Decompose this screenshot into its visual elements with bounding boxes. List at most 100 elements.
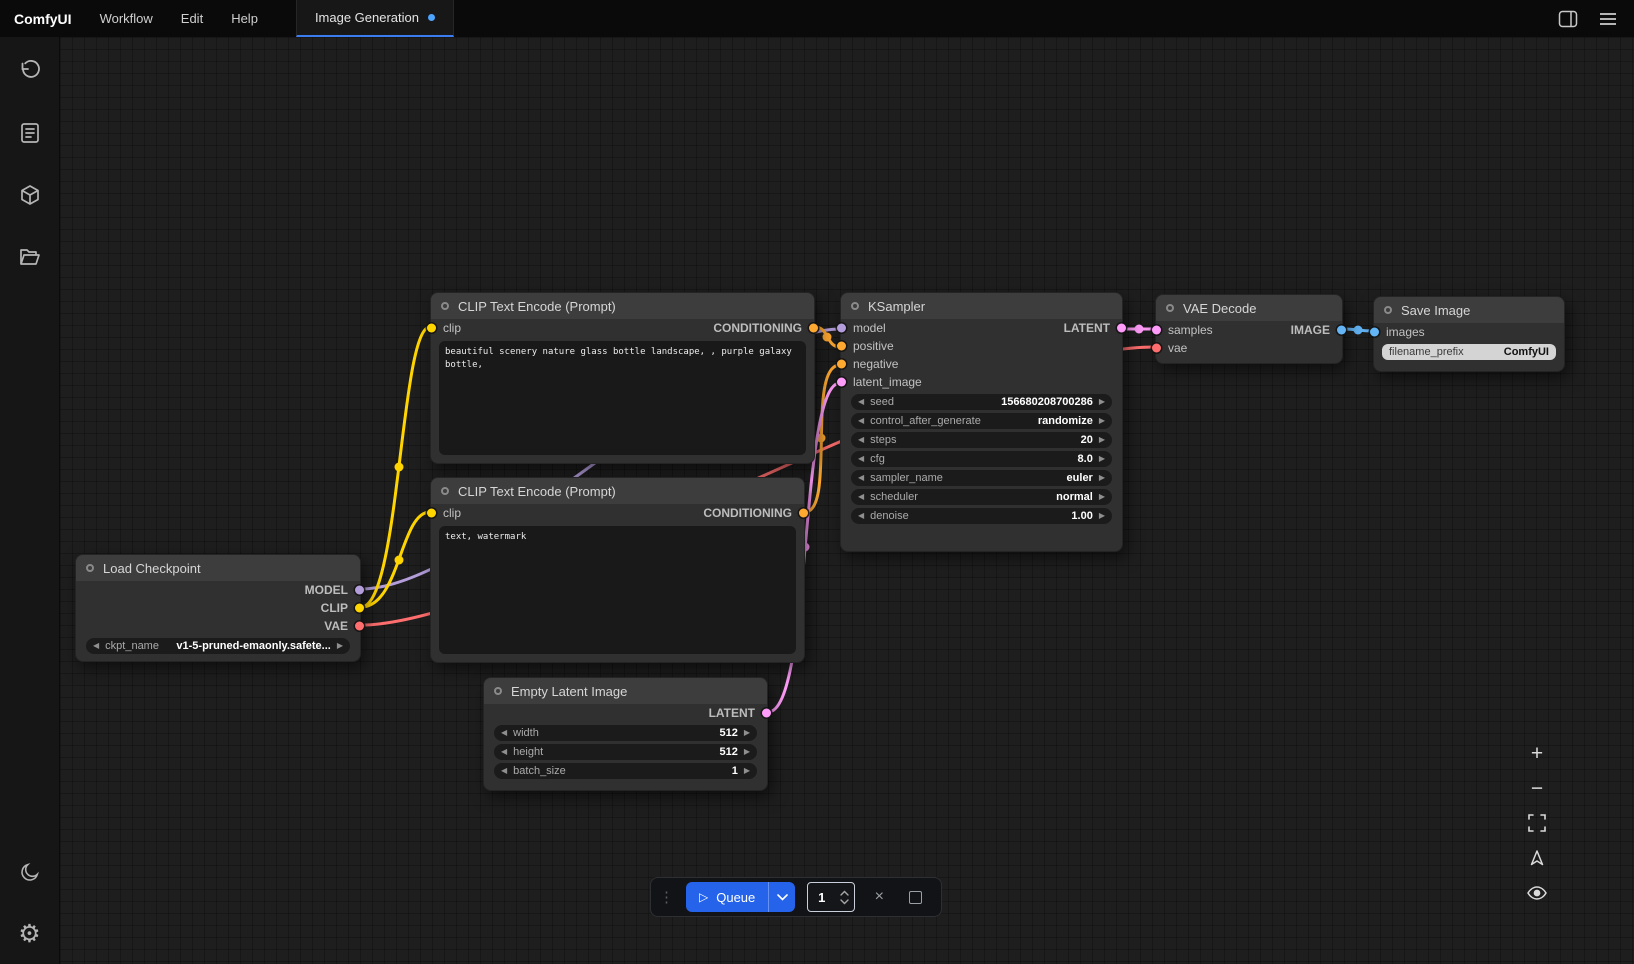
widget-filename-prefix[interactable]: filename_prefix ComfyUI	[1382, 344, 1556, 360]
fit-view-icon[interactable]	[1522, 812, 1552, 834]
widget-height[interactable]: ◀ height 512 ▶	[494, 744, 757, 760]
drag-handle[interactable]: ⋮	[659, 890, 674, 905]
latent-output-dot[interactable]	[762, 709, 771, 718]
decrement-arrow-icon[interactable]: ◀	[858, 436, 864, 444]
prompt-textarea[interactable]: text, watermark	[439, 526, 796, 654]
negative-input-dot[interactable]	[837, 360, 846, 369]
decrement-arrow-icon[interactable]: ◀	[858, 512, 864, 520]
widget-steps[interactable]: ◀ steps 20 ▶	[851, 432, 1112, 448]
clip-output-dot[interactable]	[355, 604, 364, 613]
collapse-dot[interactable]	[441, 302, 449, 310]
settings-gear-icon[interactable]: ⚙	[12, 916, 48, 952]
widget-control-after-generate[interactable]: ◀ control_after_generate randomize ▶	[851, 413, 1112, 429]
widget-sampler-name[interactable]: ◀ sampler_name euler ▶	[851, 470, 1112, 486]
node-title-bar[interactable]: CLIP Text Encode (Prompt)	[431, 478, 804, 504]
tab-image-generation[interactable]: Image Generation	[296, 0, 454, 37]
node-save-image[interactable]: Save Image images filename_prefix ComfyU…	[1373, 296, 1565, 372]
node-title-bar[interactable]: Empty Latent Image	[484, 678, 767, 704]
node-title-bar[interactable]: CLIP Text Encode (Prompt)	[431, 293, 814, 319]
increment-arrow-icon[interactable]: ▶	[744, 767, 750, 775]
menu-help[interactable]: Help	[217, 0, 272, 37]
next-arrow-icon[interactable]: ▶	[1099, 474, 1105, 482]
widget-cfg[interactable]: ◀ cfg 8.0 ▶	[851, 451, 1112, 467]
increment-arrow-icon[interactable]: ▶	[1099, 455, 1105, 463]
interrupt-stop-icon[interactable]	[903, 891, 927, 904]
theme-moon-icon[interactable]	[12, 854, 48, 890]
node-title-bar[interactable]: VAE Decode	[1156, 295, 1342, 321]
prev-arrow-icon[interactable]: ◀	[858, 474, 864, 482]
widget-ckpt-name[interactable]: ◀ ckpt_name v1-5-pruned-emaonly.safete..…	[86, 638, 350, 654]
conditioning-output-dot[interactable]	[799, 509, 808, 518]
latent-image-input-dot[interactable]	[837, 378, 846, 387]
collapse-dot[interactable]	[494, 687, 502, 695]
node-empty-latent-image[interactable]: Empty Latent Image LATENT ◀ width 512 ▶ …	[483, 677, 768, 791]
collapse-dot[interactable]	[851, 302, 859, 310]
node-ksampler[interactable]: KSampler model LATENT positive negative …	[840, 292, 1123, 552]
menu-edit[interactable]: Edit	[167, 0, 217, 37]
widget-denoise[interactable]: ◀ denoise 1.00 ▶	[851, 508, 1112, 524]
count-increment-icon[interactable]	[840, 890, 849, 896]
samples-input-dot[interactable]	[1152, 326, 1161, 335]
navigate-cursor-icon[interactable]	[1522, 847, 1552, 869]
conditioning-output-dot[interactable]	[809, 324, 818, 333]
vae-output-dot[interactable]	[355, 622, 364, 631]
next-arrow-icon[interactable]: ▶	[1099, 493, 1105, 501]
model-input-dot[interactable]	[837, 324, 846, 333]
decrement-arrow-icon[interactable]: ◀	[858, 455, 864, 463]
model-output-dot[interactable]	[355, 586, 364, 595]
node-clip-text-encode-positive[interactable]: CLIP Text Encode (Prompt) clip CONDITION…	[430, 292, 815, 464]
clip-input-dot[interactable]	[427, 324, 436, 333]
positive-input-dot[interactable]	[837, 342, 846, 351]
history-icon[interactable]	[12, 53, 48, 89]
decrement-arrow-icon[interactable]: ◀	[501, 748, 507, 756]
images-input-dot[interactable]	[1370, 328, 1379, 337]
prev-arrow-icon[interactable]: ◀	[858, 417, 864, 425]
collapse-dot[interactable]	[441, 487, 449, 495]
hamburger-menu-icon[interactable]	[1590, 4, 1626, 34]
increment-arrow-icon[interactable]: ▶	[1099, 512, 1105, 520]
decrement-arrow-icon[interactable]: ◀	[501, 729, 507, 737]
node-title-bar[interactable]: KSampler	[841, 293, 1122, 319]
prev-arrow-icon[interactable]: ◀	[93, 642, 99, 650]
menu-workflow[interactable]: Workflow	[86, 0, 167, 37]
clear-queue-icon[interactable]: ×	[867, 888, 891, 906]
vae-input-dot[interactable]	[1152, 344, 1161, 353]
prev-arrow-icon[interactable]: ◀	[858, 493, 864, 501]
widget-width[interactable]: ◀ width 512 ▶	[494, 725, 757, 741]
node-vae-decode[interactable]: VAE Decode samples IMAGE vae	[1155, 294, 1343, 364]
node-clip-text-encode-negative[interactable]: CLIP Text Encode (Prompt) clip CONDITION…	[430, 477, 805, 663]
widget-batch-size[interactable]: ◀ batch_size 1 ▶	[494, 763, 757, 779]
batch-count-value[interactable]: 1	[808, 883, 835, 911]
clip-input-dot[interactable]	[427, 509, 436, 518]
model-library-icon[interactable]	[12, 177, 48, 213]
widget-seed[interactable]: ◀ seed 156680208700286 ▶	[851, 394, 1112, 410]
widget-scheduler[interactable]: ◀ scheduler normal ▶	[851, 489, 1112, 505]
increment-arrow-icon[interactable]: ▶	[744, 748, 750, 756]
next-arrow-icon[interactable]: ▶	[337, 642, 343, 650]
collapse-dot[interactable]	[1384, 306, 1392, 314]
queue-button[interactable]: ▷ Queue	[686, 882, 768, 912]
queue-list-icon[interactable]	[12, 115, 48, 151]
count-decrement-icon[interactable]	[840, 899, 849, 905]
zoom-out-icon[interactable]: −	[1522, 777, 1552, 799]
workflows-folder-icon[interactable]	[12, 239, 48, 275]
node-load-checkpoint[interactable]: Load Checkpoint MODEL CLIP VAE ◀ ckpt_na…	[75, 554, 361, 662]
queue-options-caret[interactable]	[768, 882, 795, 912]
next-arrow-icon[interactable]: ▶	[1099, 417, 1105, 425]
collapse-dot[interactable]	[1166, 304, 1174, 312]
increment-arrow-icon[interactable]: ▶	[744, 729, 750, 737]
image-output-dot[interactable]	[1337, 326, 1346, 335]
toggle-visibility-eye-icon[interactable]	[1522, 882, 1552, 904]
collapse-dot[interactable]	[86, 564, 94, 572]
unsaved-indicator-dot	[428, 14, 435, 21]
increment-arrow-icon[interactable]: ▶	[1099, 398, 1105, 406]
zoom-in-icon[interactable]: +	[1522, 742, 1552, 764]
node-title-bar[interactable]: Save Image	[1374, 297, 1564, 323]
increment-arrow-icon[interactable]: ▶	[1099, 436, 1105, 444]
decrement-arrow-icon[interactable]: ◀	[858, 398, 864, 406]
latent-output-dot[interactable]	[1117, 324, 1126, 333]
prompt-textarea[interactable]: beautiful scenery nature glass bottle la…	[439, 341, 806, 455]
toggle-panel-icon[interactable]	[1550, 4, 1586, 34]
node-title-bar[interactable]: Load Checkpoint	[76, 555, 360, 581]
decrement-arrow-icon[interactable]: ◀	[501, 767, 507, 775]
